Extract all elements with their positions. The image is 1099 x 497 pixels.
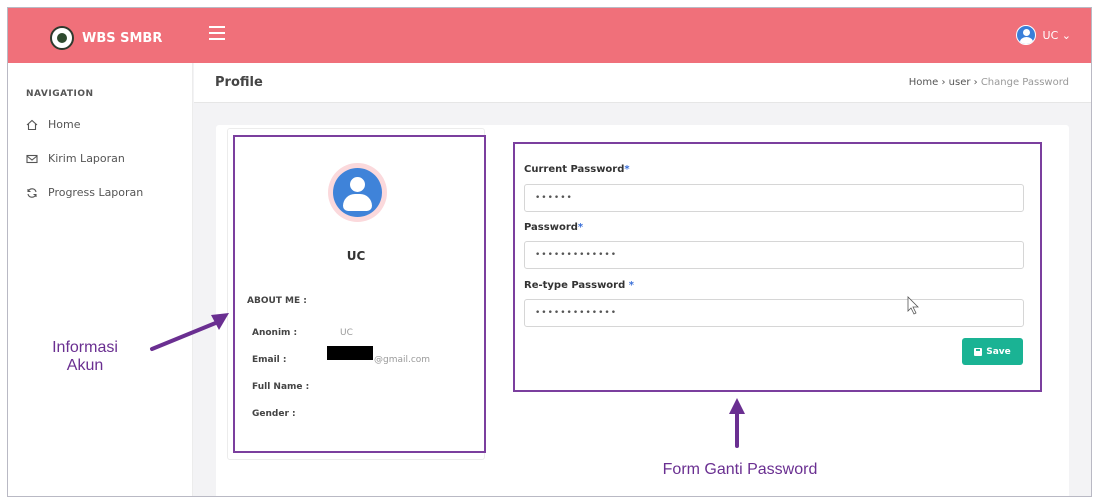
user-menu-label: UC ⌄ <box>1042 28 1071 42</box>
sidebar: NAVIGATION Home Kirim Laporan Progress L… <box>8 63 193 496</box>
user-menu[interactable]: UC ⌄ <box>1015 25 1071 45</box>
form-annotation: Form Ganti Password <box>662 461 818 478</box>
sidebar-item-progress-laporan[interactable]: Progress Laporan <box>26 186 143 199</box>
sidebar-item-label: Kirim Laporan <box>48 152 125 165</box>
user-avatar-icon <box>1015 25 1036 45</box>
sidebar-item-home[interactable]: Home <box>26 118 80 131</box>
account-info-highlight-box <box>233 135 486 453</box>
breadcrumb-current: Change Password <box>980 77 1069 88</box>
home-icon <box>26 119 38 131</box>
logo-icon <box>50 26 74 50</box>
top-navbar: WBS SMBR UC ⌄ <box>8 8 1091 63</box>
sidebar-title: NAVIGATION <box>26 89 94 99</box>
sidebar-item-label: Progress Laporan <box>48 186 144 199</box>
refresh-icon <box>26 187 38 199</box>
sidebar-item-kirim-laporan[interactable]: Kirim Laporan <box>26 152 125 165</box>
breadcrumb-home[interactable]: Home <box>909 77 939 88</box>
sidebar-item-label: Home <box>48 118 81 131</box>
form-highlight-box <box>513 142 1042 392</box>
breadcrumb: Home › user › Change Password <box>909 77 1069 88</box>
mail-icon <box>26 153 38 165</box>
scrollbar[interactable] <box>1091 8 1092 497</box>
menu-toggle-icon[interactable] <box>209 26 225 40</box>
breadcrumb-separator: › <box>970 77 981 88</box>
account-info-annotation: Informasi Akun <box>52 339 118 374</box>
content-header: Profile Home › user › Change Password <box>194 63 1091 103</box>
breadcrumb-user[interactable]: user <box>949 77 971 88</box>
brand[interactable]: WBS SMBR <box>50 26 162 50</box>
brand-name: WBS SMBR <box>82 30 163 46</box>
breadcrumb-separator: › <box>938 77 949 88</box>
page-title: Profile <box>215 75 263 90</box>
